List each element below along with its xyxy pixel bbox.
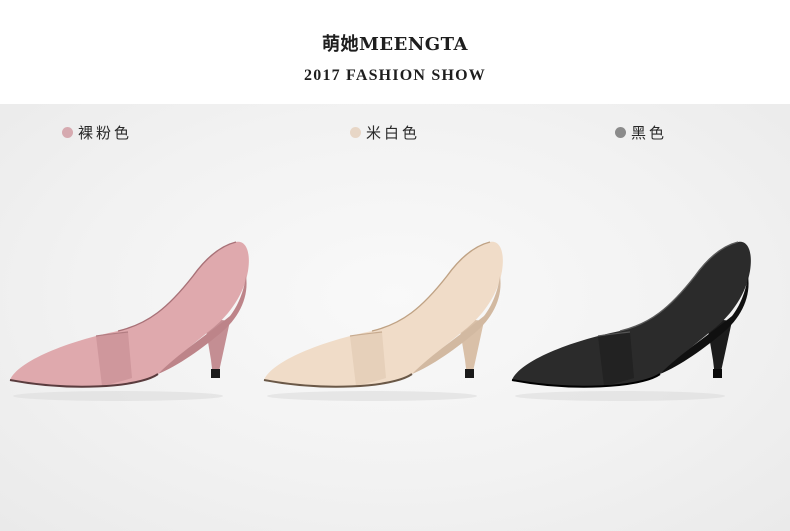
color-dot-icon [62,126,73,138]
pink-pump-shoe-image[interactable] [8,236,258,416]
color-dot-icon [615,126,626,138]
color-option-beige[interactable]: 米白色 [350,123,421,142]
color-dot-icon [350,126,361,138]
brand-title: 萌她MEENGTA [321,34,469,55]
color-label: 裸粉色 [78,123,133,142]
page-header: 萌她MEENGTA 2017 FASHION SHOW [0,0,790,104]
beige-pump-shoe-image[interactable] [262,236,512,416]
collection-subtitle: 2017 FASHION SHOW [304,67,486,84]
color-label: 黑色 [631,123,668,142]
black-pump-shoe-image[interactable] [510,236,760,416]
color-label: 米白色 [366,123,421,142]
color-option-nude-pink[interactable]: 裸粉色 [62,123,133,142]
color-option-black[interactable]: 黑色 [615,123,668,142]
